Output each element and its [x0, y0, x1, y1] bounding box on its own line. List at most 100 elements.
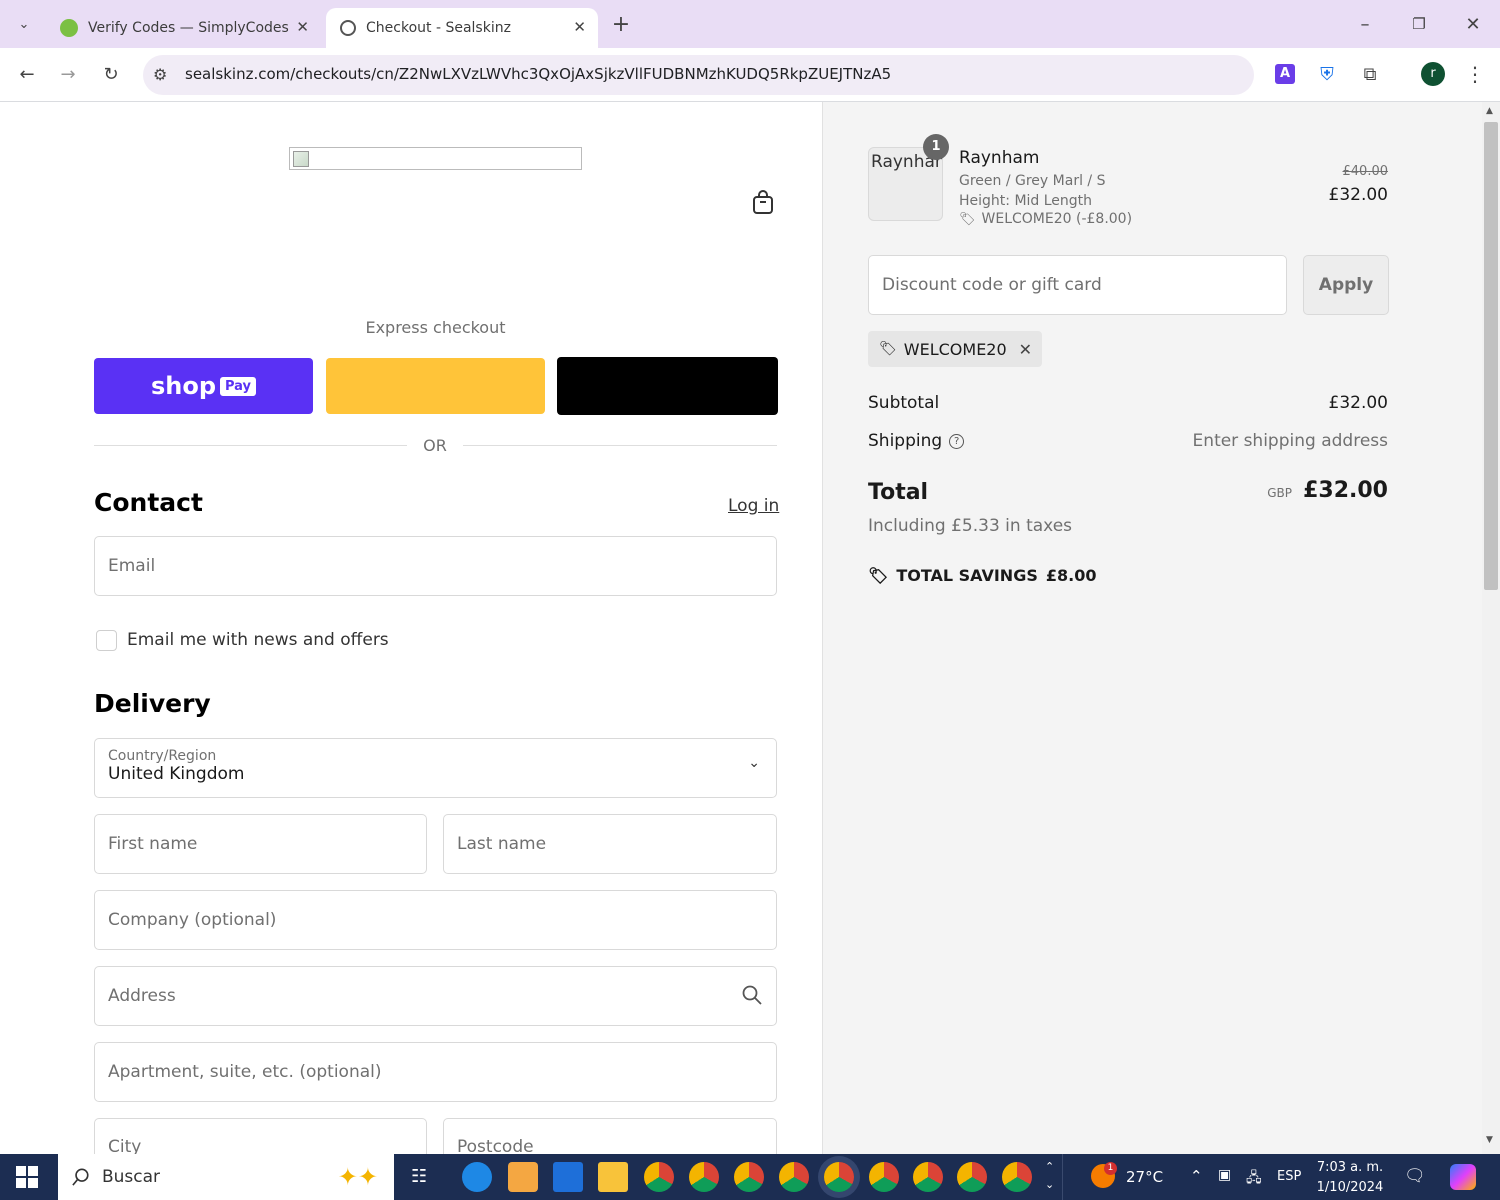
tab-checkout[interactable]: Checkout - Sealskinz ✕ — [326, 8, 598, 48]
site-info-icon[interactable]: ⚙ — [153, 65, 167, 84]
or-separator: OR — [423, 436, 447, 455]
last-name-field[interactable]: Last name — [443, 814, 777, 874]
total-row: GBP £32.00 — [1153, 478, 1388, 503]
scroll-up-icon[interactable]: ▲ — [1486, 106, 1493, 116]
product-discount: 🏷 WELCOME20 (-£8.00) — [959, 211, 1132, 227]
copilot-sparkle-icon[interactable]: ✦✦ — [338, 1163, 378, 1191]
divider — [94, 445, 407, 446]
tab-search-chevron-icon[interactable]: ⌄ — [9, 9, 39, 39]
chrome-app-icon[interactable] — [824, 1162, 854, 1192]
checkout-main: Express checkout shop Pay OR Contact Log… — [0, 102, 822, 1154]
language-indicator[interactable]: ESP — [1277, 1169, 1301, 1184]
postcode-field[interactable]: Postcode — [443, 1118, 777, 1154]
product-discount-text: WELCOME20 (-£8.00) — [981, 211, 1133, 227]
remove-code-icon[interactable]: ✕ — [1019, 340, 1032, 359]
original-price: £40.00 — [1342, 164, 1389, 179]
menu-kebab-icon[interactable]: ⋮ — [1460, 59, 1490, 89]
chrome-app-icon[interactable] — [779, 1162, 809, 1192]
extensions-puzzle-icon[interactable]: ⧉ — [1355, 59, 1385, 89]
apartment-field[interactable]: Apartment, suite, etc. (optional) — [94, 1042, 777, 1102]
store-logo[interactable] — [289, 147, 582, 170]
tab-simplycodes[interactable]: Verify Codes — SimplyCodes ✕ — [46, 8, 321, 48]
chrome-app-icon[interactable] — [869, 1162, 899, 1192]
store-app-icon[interactable] — [508, 1162, 538, 1192]
shop-pay-button[interactable]: shop Pay — [94, 358, 313, 414]
country-select[interactable]: Country/Region United Kingdom ⌄ — [94, 738, 777, 798]
notifications-icon[interactable]: 🗨 — [1404, 1166, 1426, 1186]
applied-code-chip: 🏷 WELCOME20 ✕ — [868, 331, 1042, 367]
reload-icon[interactable]: ↻ — [96, 59, 126, 89]
order-summary: Raynham 1 Raynham Green / Grey Marl / S … — [822, 102, 1482, 1154]
page-scrollbar[interactable]: ▲ ▼ — [1482, 102, 1500, 1154]
mail-app-icon[interactable] — [553, 1162, 583, 1192]
discount-code-input[interactable]: Discount code or gift card — [868, 255, 1287, 315]
extension-shield-icon[interactable]: ⛨ — [1312, 59, 1342, 89]
tray-chevron-icon[interactable]: ⌃ — [1190, 1167, 1203, 1185]
taskbar-overflow-icon[interactable]: ⌃ ⌄ — [1045, 1158, 1054, 1194]
shop-pay-logo: shop — [150, 372, 216, 400]
restore-button[interactable]: ❐ — [1404, 9, 1434, 39]
chrome-app-icon[interactable] — [644, 1162, 674, 1192]
profile-avatar[interactable]: r — [1421, 62, 1445, 86]
close-tab-icon[interactable]: ✕ — [296, 18, 309, 36]
url-text[interactable]: sealskinz.com/checkouts/cn/Z2NwLXVzLWVhc… — [185, 65, 891, 83]
meet-icon[interactable]: ▣ — [1218, 1167, 1231, 1183]
total-label: Total — [868, 480, 929, 505]
apartment-placeholder: Apartment, suite, etc. (optional) — [108, 1062, 382, 1082]
chrome-app-icon[interactable] — [913, 1162, 943, 1192]
help-icon[interactable]: ? — [949, 433, 965, 449]
email-field[interactable]: Email — [94, 536, 777, 596]
globe-icon — [340, 20, 356, 36]
network-icon[interactable]: 🖧 — [1246, 1167, 1262, 1191]
paypal-button[interactable] — [326, 358, 545, 414]
taskbar-search[interactable]: Buscar ✦✦ — [58, 1154, 394, 1200]
quantity-badge: 1 — [923, 134, 949, 160]
login-link[interactable]: Log in — [728, 496, 779, 516]
news-checkbox[interactable] — [96, 630, 117, 651]
search-icon[interactable] — [742, 985, 762, 1010]
edge-app-icon[interactable] — [462, 1162, 492, 1192]
taxes-note: Including £5.33 in taxes — [868, 516, 1073, 536]
chrome-app-icon[interactable] — [1002, 1162, 1032, 1192]
google-pay-button[interactable] — [557, 357, 778, 415]
delivery-heading: Delivery — [94, 689, 211, 718]
address-placeholder: Address — [108, 986, 176, 1006]
city-field[interactable]: City — [94, 1118, 427, 1154]
weather-temp[interactable]: 27°C — [1126, 1168, 1163, 1186]
close-window-button[interactable]: ✕ — [1458, 9, 1488, 39]
forward-icon[interactable]: → — [53, 59, 83, 89]
country-value: United Kingdom — [108, 764, 245, 784]
scroll-down-icon[interactable]: ▼ — [1486, 1135, 1493, 1145]
copilot-app-icon[interactable] — [1450, 1164, 1476, 1190]
chrome-app-icon[interactable] — [689, 1162, 719, 1192]
new-tab-button[interactable]: + — [606, 9, 636, 39]
discount-placeholder: Discount code or gift card — [882, 275, 1102, 295]
clock-date: 1/10/2024 — [1316, 1180, 1384, 1195]
scrollbar-thumb[interactable] — [1484, 122, 1498, 590]
close-tab-icon[interactable]: ✕ — [573, 18, 586, 36]
weather-badge: 1 — [1104, 1162, 1117, 1175]
windows-taskbar: Buscar ✦✦ ☷ ⌃ ⌄ 1 27°C ⌃ ▣ 🖧 ESP 7:03 a. … — [0, 1154, 1500, 1200]
clock[interactable]: 7:03 a. m. 1/10/2024 — [1312, 1158, 1388, 1198]
task-view-icon[interactable]: ☷ — [411, 1166, 427, 1187]
file-explorer-icon[interactable] — [598, 1162, 628, 1192]
address-bar[interactable]: ⚙ sealskinz.com/checkouts/cn/Z2NwLXVzLWV… — [143, 55, 1254, 95]
address-field[interactable]: Address — [94, 966, 777, 1026]
back-icon[interactable]: ← — [12, 59, 42, 89]
shopping-bag-icon[interactable] — [752, 190, 774, 214]
chrome-app-icon[interactable] — [734, 1162, 764, 1192]
apply-button[interactable]: Apply — [1303, 255, 1389, 315]
minimize-button[interactable]: – — [1350, 9, 1380, 39]
company-field[interactable]: Company (optional) — [94, 890, 777, 950]
chrome-app-icon[interactable] — [957, 1162, 987, 1192]
extension-a-icon[interactable]: A — [1275, 64, 1295, 84]
first-name-field[interactable]: First name — [94, 814, 427, 874]
email-placeholder: Email — [108, 556, 156, 576]
search-icon — [72, 1168, 89, 1186]
first-name-placeholder: First name — [108, 834, 198, 854]
tab-title: Verify Codes — SimplyCodes — [88, 20, 289, 36]
currency-code: GBP — [1267, 486, 1292, 500]
windows-start-icon[interactable] — [16, 1166, 38, 1188]
postcode-placeholder: Postcode — [457, 1137, 534, 1154]
news-checkbox-label[interactable]: Email me with news and offers — [127, 630, 389, 650]
